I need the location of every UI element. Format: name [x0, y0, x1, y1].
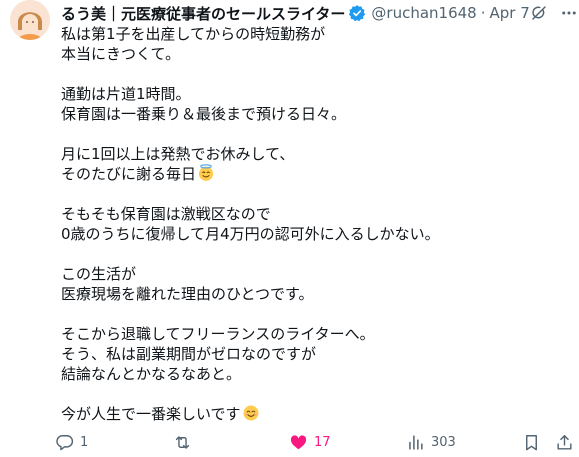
avatar[interactable]	[10, 0, 50, 40]
smiling-face-with-halo-icon	[197, 164, 215, 182]
tweet-line: 医療現場を離れた理由のひとつです。	[61, 285, 314, 303]
tweet-header: るう美｜元医療従事者のセールスライター @ruchan1648 · Apr 7	[61, 2, 576, 24]
tweet-date[interactable]: Apr 7	[490, 4, 530, 22]
tweet-text: 私は第1子を出産してからの時短勤務が 本当にきつくて。 通勤は片道1時間。 保育…	[61, 24, 566, 424]
tweet-line: 結論なんとかなるなあと。	[61, 365, 242, 383]
tweet-line-text: 今が人生で一番楽しいです	[61, 405, 241, 423]
tweet-line: 本当にきつくて。	[61, 45, 181, 63]
views-icon	[406, 433, 425, 452]
bookmark-icon	[522, 433, 541, 452]
tweet-line: 月に1回以上は発熱でお休みして、	[61, 145, 295, 163]
author-handle[interactable]: @ruchan1648	[371, 4, 476, 22]
retweet-button[interactable]	[173, 430, 198, 454]
tweet-actions: 1 17 303	[55, 430, 572, 454]
bookmark-button[interactable]	[522, 430, 541, 454]
reply-button[interactable]: 1	[55, 430, 88, 454]
tweet-line: 0歳のうちに復帰して月4万円の認可外に入るしかない。	[61, 225, 440, 243]
more-icon[interactable]	[560, 4, 578, 22]
share-button[interactable]	[555, 430, 574, 454]
tweet-line: 通勤は片道1時間。	[61, 85, 191, 103]
tweet-line: そう、私は副業期間がゼロなのですが	[61, 345, 317, 363]
reply-count: 1	[80, 434, 89, 450]
heart-icon	[289, 433, 308, 452]
tweet-line: 保育園は一番乗り＆最後まで預ける日々。	[61, 105, 347, 123]
reply-icon	[55, 433, 74, 452]
header-separator: ·	[480, 4, 486, 22]
tweet-line-with-emoji: そのたびに謝る毎日	[61, 164, 566, 184]
tweet-line-with-emoji: 今が人生で一番楽しいです	[61, 404, 566, 424]
like-count: 17	[314, 434, 331, 450]
views-button[interactable]: 303	[406, 430, 456, 454]
views-count: 303	[431, 434, 456, 450]
grok-icon[interactable]	[530, 4, 548, 22]
like-button[interactable]: 17	[289, 430, 331, 454]
tweet-line: 私は第1子を出産してからの時短勤務が	[61, 25, 326, 43]
tweet-line: そこから退職してフリーランスのライターへ。	[61, 325, 375, 343]
retweet-icon	[173, 433, 192, 452]
share-icon	[555, 433, 574, 452]
tweet-line: そもそも保育園は激戦区なので	[61, 205, 271, 223]
smiling-face-with-smiling-eyes-icon	[242, 404, 260, 422]
verified-badge-icon	[348, 4, 366, 22]
author-name[interactable]: るう美｜元医療従事者のセールスライター	[61, 3, 345, 24]
tweet-line: この生活が	[61, 265, 137, 283]
tweet-line-text: そのたびに謝る毎日	[61, 165, 197, 183]
